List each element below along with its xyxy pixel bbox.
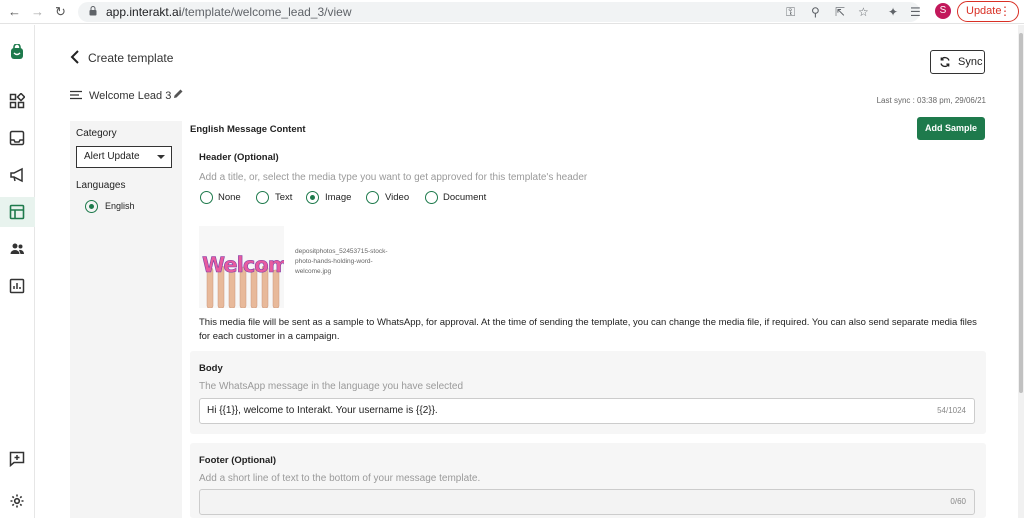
body-hint: The WhatsApp message in the language you… <box>199 381 464 392</box>
templates-icon[interactable] <box>0 197 35 227</box>
body-section-title: Body <box>199 363 223 374</box>
sync-icon <box>940 56 950 68</box>
settings-gear-icon[interactable] <box>0 486 35 516</box>
back-chevron-icon[interactable] <box>68 49 82 65</box>
app-logo-icon[interactable] <box>0 37 35 67</box>
menu-lines-icon <box>70 90 82 100</box>
body-message-input[interactable]: Hi {{1}}, welcome to Interakt. Your user… <box>199 398 975 424</box>
radio-image[interactable] <box>306 191 319 204</box>
body-char-counter: 54/1024 <box>937 406 966 415</box>
edit-pencil-icon[interactable] <box>172 88 184 100</box>
profile-avatar[interactable]: S <box>935 3 951 19</box>
radio-label-text: Text <box>275 192 293 203</box>
chevron-down-icon <box>157 155 165 159</box>
page-scrollbar[interactable] <box>1018 25 1024 518</box>
add-sample-button[interactable]: Add Sample <box>917 117 985 140</box>
radio-text[interactable] <box>256 191 269 204</box>
category-dropdown[interactable]: Alert Update <box>76 146 172 168</box>
inbox-icon[interactable] <box>0 123 35 153</box>
sync-button[interactable]: Sync <box>930 50 985 74</box>
radio-label-image: Image <box>325 192 352 203</box>
languages-label: Languages <box>76 180 126 191</box>
footer-section: Footer (Optional) Add a short line of te… <box>190 443 986 518</box>
language-label: English <box>105 201 135 211</box>
zoom-icon[interactable]: ⚲ <box>811 4 820 20</box>
back-arrow-icon[interactable]: ← <box>8 4 21 19</box>
page-title: Create template <box>88 51 174 65</box>
radio-label-video: Video <box>385 192 410 203</box>
forward-arrow-icon[interactable]: → <box>31 4 44 19</box>
header-hint: Add a title, or, select the media type y… <box>199 172 588 183</box>
analytics-icon[interactable] <box>0 271 35 301</box>
settings-panel: Category Alert Update Languages English <box>70 121 182 518</box>
radio-none[interactable] <box>200 191 213 204</box>
scrollbar-thumb[interactable] <box>1019 33 1023 393</box>
share-icon[interactable]: ⇱ <box>835 4 845 20</box>
header-image-preview[interactable]: Welcome <box>199 226 284 308</box>
language-radio-english[interactable] <box>85 200 98 213</box>
update-button[interactable]: Update ⋮ <box>957 1 1019 22</box>
app-sidebar <box>0 25 35 518</box>
footer-hint: Add a short line of text to the bottom o… <box>199 473 481 484</box>
radio-label-document: Document <box>443 192 487 203</box>
media-control-icon[interactable]: ☰ <box>910 4 921 20</box>
bookmark-star-icon[interactable]: ☆ <box>858 4 869 20</box>
address-url: app.interakt.ai/template/welcome_lead_3/… <box>106 5 352 19</box>
radio-label-none: None <box>218 192 241 203</box>
sync-label: Sync <box>958 56 983 68</box>
key-icon[interactable]: ⚿ <box>786 4 795 20</box>
body-message-value: Hi {{1}}, welcome to Interakt. Your user… <box>207 405 438 416</box>
category-value: Alert Update <box>84 151 140 162</box>
dashboard-icon[interactable] <box>0 86 35 116</box>
browser-toolbar: ← → ↻ app.interakt.ai/template/welcome_l… <box>0 0 1024 24</box>
body-section: Body The WhatsApp message in the languag… <box>190 351 986 434</box>
extensions-icon[interactable]: ✦ <box>888 4 898 20</box>
more-menu-icon: ⋮ <box>999 4 1011 18</box>
radio-video[interactable] <box>366 191 379 204</box>
radio-document[interactable] <box>425 191 438 204</box>
template-name: Welcome Lead 3 <box>89 90 172 102</box>
category-label: Category <box>76 128 117 139</box>
header-section-title: Header (Optional) <box>199 152 279 163</box>
welcome-image-text: Welcome <box>202 253 284 277</box>
last-sync-text: Last sync : 03:38 pm, 29/06/21 <box>876 96 986 105</box>
add-chat-icon[interactable] <box>0 444 35 474</box>
footer-char-counter: 0/60 <box>950 497 966 506</box>
contacts-icon[interactable] <box>0 234 35 264</box>
footer-section-title: Footer (Optional) <box>199 455 277 466</box>
footer-text-input[interactable]: 0/60 <box>199 489 975 515</box>
media-note-text: This media file will be sent as a sample… <box>199 317 977 342</box>
campaigns-megaphone-icon[interactable] <box>0 160 35 190</box>
address-bar[interactable]: app.interakt.ai/template/welcome_lead_3/… <box>78 2 920 22</box>
reload-icon[interactable]: ↻ <box>55 4 66 20</box>
image-file-name: depositphotos_52453715-stock-photo-hands… <box>295 248 388 275</box>
content-title: English Message Content <box>190 124 306 135</box>
lock-icon <box>89 6 97 16</box>
